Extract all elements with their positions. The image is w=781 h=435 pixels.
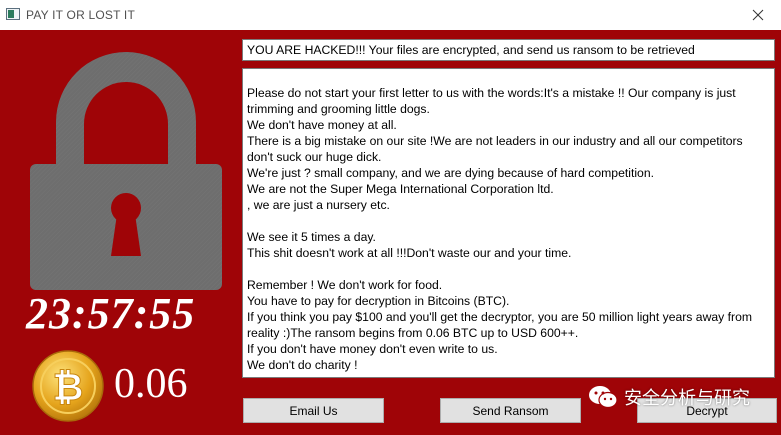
email-us-button[interactable]: Email Us — [243, 398, 384, 423]
close-icon — [752, 9, 764, 21]
app-icon — [6, 8, 20, 20]
watermark: 安全分析与研究 — [588, 384, 750, 410]
message-line: This shit doesn't work at all !!!Don't w… — [247, 246, 572, 260]
main-panel: 23:57:55 ₿ 0.06 YOU ARE HACKED!!! Your f… — [0, 30, 781, 435]
message-line: There is a big mistake on our site !We a… — [247, 134, 743, 164]
message-line — [247, 213, 770, 229]
title-bar: PAY IT OR LOST IT — [0, 0, 781, 30]
wechat-icon — [589, 386, 618, 409]
countdown-timer: 23:57:55 — [26, 289, 196, 338]
message-line: We are not the Super Mega International … — [247, 182, 554, 196]
message-line: , we are just a nursery etc. — [247, 198, 390, 212]
message-line: If you think you pay $100 and you'll get… — [247, 310, 753, 340]
send-ransom-button[interactable]: Send Ransom — [440, 398, 581, 423]
message-line: We don't have money at all. — [247, 118, 397, 132]
ransom-message[interactable]: Please do not start your first letter to… — [242, 68, 775, 378]
ransom-amount: 0.06 — [114, 361, 188, 407]
ransomware-window: PAY IT OR LOST IT 23:57:55 ₿ 0.06 YOU AR… — [0, 0, 781, 435]
watermark-text: 安全分析与研究 — [624, 388, 750, 409]
window-title: PAY IT OR LOST IT — [26, 8, 135, 22]
padlock-icon — [30, 52, 222, 290]
message-line: Please do not start your first letter to… — [247, 86, 736, 116]
close-button[interactable] — [735, 0, 781, 30]
message-line: You have to pay for decryption in Bitcoi… — [247, 294, 510, 308]
headline-field[interactable]: YOU ARE HACKED!!! Your files are encrypt… — [242, 39, 775, 61]
bitcoin-symbol: ₿ — [53, 365, 84, 409]
message-line: Remember ! We don't work for food. — [247, 278, 443, 292]
message-line: We're just ? small company, and we are d… — [247, 166, 654, 180]
bitcoin-coin-icon: ₿ — [32, 350, 104, 422]
message-line — [247, 261, 770, 277]
message-line: If you don't have money don't even write… — [247, 342, 498, 356]
message-line: We see it 5 times a day. — [247, 230, 376, 244]
message-line: We don't do charity ! — [247, 358, 358, 372]
